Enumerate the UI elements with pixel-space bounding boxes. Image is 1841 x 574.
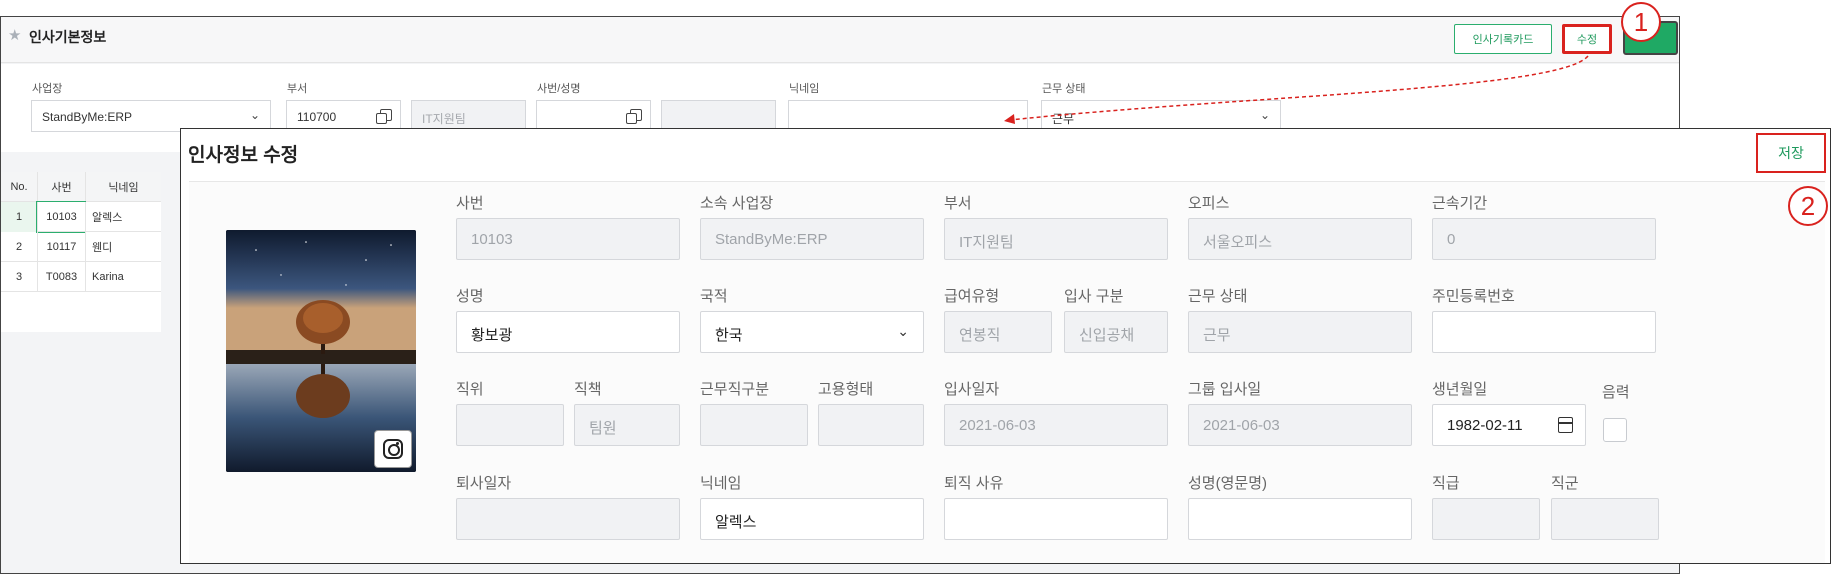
tenure-field: 0	[1432, 218, 1656, 260]
tenure-label: 근속기간	[1432, 195, 1488, 212]
cell: 10117	[37, 232, 85, 262]
cell: 10103	[36, 201, 86, 233]
dept-field: IT지원팀	[944, 218, 1168, 260]
step-marker-2: 2	[1788, 186, 1828, 226]
page-header: ★ 인사기본정보 인사기록카드 수정	[1, 17, 1679, 63]
table-row[interactable]: 1 10103 알렉스	[1, 201, 161, 233]
emp-label: 사번/성명	[537, 83, 581, 95]
cell: T0083	[37, 262, 85, 292]
lunar-label: 음력	[1602, 384, 1630, 401]
nationality-select[interactable]: 한국 ⌄	[700, 311, 924, 353]
site-label: 사업장	[32, 83, 63, 95]
cell: 1	[1, 202, 37, 232]
eng-name-label: 성명(영문명)	[1188, 475, 1267, 492]
calendar-icon[interactable]	[1558, 417, 1573, 433]
copy-icon[interactable]	[626, 109, 642, 124]
name-label: 성명	[456, 288, 484, 305]
duty-label: 직책	[574, 381, 602, 398]
status-value: 근무	[1052, 112, 1075, 126]
join-type-label: 입사 구분	[1064, 288, 1124, 305]
birth-date-input[interactable]: 1982-02-11	[1432, 404, 1586, 446]
office-field: 서울오피스	[1188, 218, 1412, 260]
modal-header: 인사정보 수정 저장	[181, 129, 1830, 179]
office-label: 오피스	[1188, 195, 1230, 212]
dept-code-value: 110700	[297, 110, 337, 124]
join-date-label: 입사일자	[944, 381, 1000, 398]
join-type-field: 신입공채	[1064, 311, 1168, 353]
nickname-label: 닉네임	[700, 475, 742, 492]
leave-reason-input[interactable]	[944, 498, 1168, 540]
col-header-no: No.	[10, 181, 28, 193]
work-class-label: 근무직구분	[700, 381, 770, 398]
emp-no-field: 10103	[456, 218, 680, 260]
step-marker-1: 1	[1621, 2, 1661, 42]
pay-type-label: 급여유형	[944, 288, 1000, 305]
grade-label: 직급	[1432, 475, 1460, 492]
cell: 알렉스	[85, 202, 161, 232]
leave-reason-label: 퇴직 사유	[944, 475, 1004, 492]
copy-icon[interactable]	[376, 109, 392, 124]
grade-field	[1432, 498, 1540, 540]
nationality-value: 한국	[715, 327, 743, 344]
resident-no-input[interactable]	[1432, 311, 1656, 353]
instagram-icon[interactable]	[374, 430, 412, 468]
position-field	[456, 404, 564, 446]
employ-type-label: 고용형태	[818, 381, 874, 398]
hr-card-button[interactable]: 인사기록카드	[1454, 24, 1552, 54]
chevron-down-icon: ⌄	[1259, 108, 1270, 122]
nickname-input[interactable]: 알렉스	[700, 498, 924, 540]
birth-date-label: 생년월일	[1432, 381, 1488, 398]
pay-type-field: 연봉직	[944, 311, 1052, 353]
site-label: 소속 사업장	[700, 195, 774, 212]
site-value: StandByMe:ERP	[42, 110, 133, 124]
col-header-emp-no: 사번	[37, 172, 85, 202]
dept-label: 부서	[287, 83, 308, 95]
leave-date-label: 퇴사일자	[456, 475, 512, 492]
employee-table: No. 사번 닉네임 1 10103 알렉스 2 10117 웬디 3 T008…	[1, 172, 161, 332]
chevron-down-icon: ⌄	[249, 108, 260, 122]
eng-name-input[interactable]	[1188, 498, 1412, 540]
chevron-down-icon: ⌄	[897, 323, 909, 339]
table-row[interactable]: 2 10117 웬디	[1, 232, 161, 262]
job-group-label: 직군	[1551, 475, 1579, 492]
emp-no-label: 사번	[456, 195, 484, 212]
nickname-label: 닉네임	[789, 83, 820, 95]
group-join-date-field: 2021-06-03	[1188, 404, 1412, 446]
duty-field: 팀원	[574, 404, 680, 446]
profile-photo	[226, 230, 416, 472]
table-header: No. 사번 닉네임	[1, 172, 161, 202]
status-label: 근무 상태	[1042, 83, 1086, 95]
position-label: 직위	[456, 381, 484, 398]
col-header-nickname: 닉네임	[85, 172, 161, 202]
leave-date-field	[456, 498, 680, 540]
job-group-field	[1551, 498, 1659, 540]
star-icon[interactable]: ★	[8, 26, 21, 44]
work-status-label: 근무 상태	[1188, 288, 1248, 305]
site-field: StandByMe:ERP	[700, 218, 924, 260]
table-row[interactable]: 3 T0083 Karina	[1, 262, 161, 292]
cell: 3	[15, 271, 23, 283]
lunar-checkbox[interactable]	[1603, 418, 1627, 442]
cell: Karina	[85, 262, 161, 292]
nationality-label: 국적	[700, 288, 728, 305]
edit-button[interactable]: 수정	[1562, 24, 1612, 54]
page-title: 인사기본정보	[29, 29, 107, 45]
name-input[interactable]: 황보광	[456, 311, 680, 353]
cell: 2	[15, 241, 23, 253]
employ-type-field	[818, 404, 924, 446]
cell: 웬디	[85, 232, 161, 262]
birth-date-value: 1982-02-11	[1447, 417, 1523, 434]
group-join-date-label: 그룹 입사일	[1188, 381, 1262, 398]
dept-label: 부서	[944, 195, 972, 212]
resident-no-label: 주민등록번호	[1432, 288, 1515, 305]
join-date-field: 2021-06-03	[944, 404, 1168, 446]
modal-title: 인사정보 수정	[188, 145, 299, 166]
work-status-field: 근무	[1188, 311, 1412, 353]
work-class-field	[700, 404, 808, 446]
save-button[interactable]: 저장	[1756, 133, 1826, 173]
